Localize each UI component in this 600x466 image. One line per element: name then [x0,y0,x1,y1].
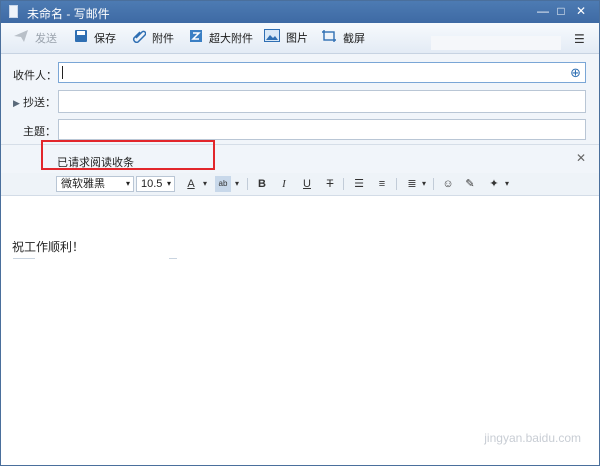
watermark-text: jingyan.baidu.com [484,431,581,445]
subject-label: 主题： [23,126,56,138]
chevron-down-icon[interactable]: ▾ [420,176,428,192]
font-select[interactable]: 微软雅黑 ▾ [56,176,134,192]
send-button[interactable]: 发送 [13,29,57,47]
toolbar: 发送 保存 附件 超大附件 图片 截屏 ☰ [1,23,599,54]
save-button[interactable]: 保存 [74,29,116,47]
divider [433,178,434,190]
subject-field[interactable] [58,119,586,140]
image-button[interactable]: 图片 [264,29,308,47]
bullet-list-icon[interactable]: ☰ [352,176,366,192]
screenshot-icon [321,29,337,49]
super-attach-icon [189,29,203,49]
chevron-down-icon[interactable]: ▾ [233,176,241,192]
highlight-color-icon[interactable]: ab [215,176,231,192]
attach-button[interactable]: 附件 [132,29,174,47]
text-cursor [62,66,63,79]
super-attach-label: 超大附件 [209,32,253,45]
divider [396,178,397,190]
to-label: 收件人： [13,70,57,82]
cc-label-text: 抄送： [22,97,56,109]
chevron-down-icon[interactable]: ▾ [503,176,511,192]
chevron-down-icon: ▾ [166,179,171,188]
header-fields: 收件人： ⊕ ▶ 抄送： 主题： [1,54,599,144]
to-field[interactable]: ⊕ [58,62,586,83]
send-label: 发送 [35,32,57,45]
italic-button[interactable]: I [277,176,291,192]
font-color-icon[interactable]: A [184,176,198,192]
emoji-icon[interactable]: ☺ [441,176,455,192]
signature-divider [13,258,35,259]
screenshot-label: 截屏 [343,32,365,45]
close-notice-icon[interactable]: ✕ [576,151,586,165]
attach-label: 附件 [152,32,174,45]
menu-icon[interactable]: ☰ [574,32,585,46]
divider [343,178,344,190]
send-icon [13,29,29,49]
format-toolbar: 微软雅黑 ▾ 10.5 ▾ A ▾ ab ▾ B I U T ☰ ≡ ≣ ▾ ☺… [1,173,599,196]
redacted-area [431,36,561,50]
strikethrough-button[interactable]: T [323,176,337,192]
maximize-button[interactable]: □ [553,4,569,19]
window-title: 未命名 - 写邮件 [27,7,110,21]
signature-divider [169,258,177,259]
font-value: 微软雅黑 [61,178,105,190]
minimize-button[interactable]: — [535,4,551,19]
paint-icon[interactable]: ✎ [463,176,477,192]
expand-arrow-icon[interactable]: ▶ [13,98,20,108]
message-body-editor[interactable]: 祝工作顺利！ jingyan.baidu.com [1,196,599,465]
add-recipient-icon[interactable]: ⊕ [570,65,581,81]
save-icon [74,29,88,49]
numbered-list-icon[interactable]: ≡ [375,176,389,192]
save-label: 保存 [94,32,116,45]
title-bar: 未命名 - 写邮件 — □ ✕ [1,1,599,23]
cc-field[interactable] [58,90,586,113]
underline-button[interactable]: U [300,176,314,192]
body-text: 祝工作顺利！ [12,240,85,254]
chevron-down-icon[interactable]: ▾ [201,176,209,192]
close-button[interactable]: ✕ [573,4,589,19]
document-icon [9,5,18,18]
compose-window: 未命名 - 写邮件 — □ ✕ 发送 保存 附件 超大附件 图片 截屏 ☰ 收件… [0,0,600,466]
super-attach-button[interactable]: 超大附件 [189,29,253,47]
size-select[interactable]: 10.5 ▾ [136,176,175,192]
picture-icon [264,29,280,48]
divider [247,178,248,190]
image-label: 图片 [286,32,308,45]
align-icon[interactable]: ≣ [405,176,419,192]
magic-wand-icon[interactable]: ✦ [487,176,501,192]
chevron-down-icon: ▾ [125,179,130,188]
screenshot-button[interactable]: 截屏 [321,29,365,47]
size-value: 10.5 [141,178,163,190]
paperclip-icon [132,29,147,49]
bold-button[interactable]: B [255,176,269,192]
cc-label: ▶ 抄送： [13,94,56,110]
highlight-box [41,140,215,170]
